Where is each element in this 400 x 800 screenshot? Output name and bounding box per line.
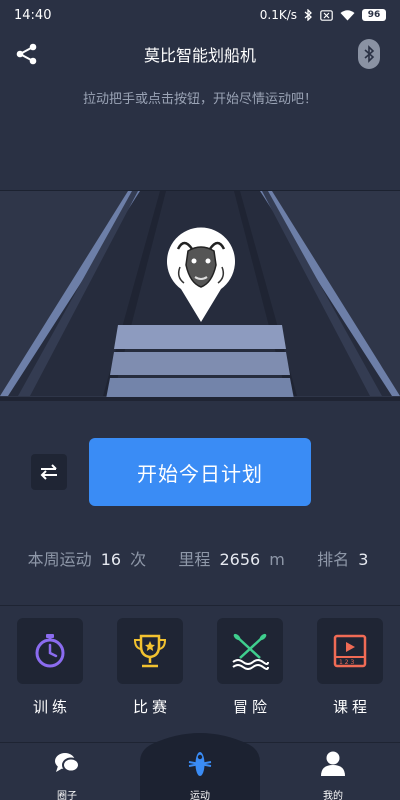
swap-arrows-icon: [40, 464, 57, 480]
share-button[interactable]: [14, 41, 40, 67]
tab-label: 圈子: [57, 791, 77, 800]
tab-sport[interactable]: 运动: [160, 742, 240, 800]
distance-label: 里程: [178, 550, 211, 569]
app-header: 莫比智能划船机: [0, 30, 400, 78]
no-sim-icon: [320, 9, 333, 21]
page-title: 莫比智能划船机: [143, 46, 256, 65]
feature-label: 训练: [32, 698, 71, 716]
network-speed: 0.1K/s: [259, 8, 297, 22]
svg-text:1 2 3: 1 2 3: [339, 659, 354, 666]
feature-grid: 训练 比赛 冒险 1 2 3 课程: [0, 618, 400, 718]
feature-tile[interactable]: [17, 618, 83, 684]
week-count: 16: [100, 550, 122, 569]
tab-circle[interactable]: 圈子: [27, 742, 107, 800]
feature-tile[interactable]: 1 2 3: [317, 618, 383, 684]
distance-value: 2656: [219, 550, 261, 569]
battery-icon: 96: [362, 9, 386, 21]
wifi-icon: [340, 9, 355, 20]
status-time: 14:40: [14, 7, 52, 23]
start-row: 开始今日计划: [0, 438, 400, 506]
crossed-oars-icon: [232, 633, 269, 670]
video-course-icon: 1 2 3: [333, 634, 367, 668]
feature-course[interactable]: 1 2 3 课程: [315, 618, 385, 718]
distance-unit: m: [269, 550, 285, 569]
bull-logo-marker: [166, 227, 236, 323]
rank-label: 排名: [317, 550, 350, 569]
feature-tile[interactable]: [217, 618, 283, 684]
tab-label: 我的: [323, 791, 343, 800]
trophy-icon: [133, 634, 167, 668]
weekly-stats: 本周运动 16 次 里程 2656 m 排名 3: [0, 546, 400, 570]
feature-label: 冒险: [232, 698, 271, 716]
feature-label: 课程: [332, 698, 371, 716]
rank-value: 3: [358, 550, 369, 569]
status-bar: 14:40 0.1K/s 96: [0, 0, 400, 30]
stopwatch-icon: [35, 634, 65, 668]
week-unit: 次: [130, 550, 147, 569]
feature-training[interactable]: 训练: [15, 618, 85, 718]
feature-competition[interactable]: 比赛: [115, 618, 185, 718]
user-icon: [321, 751, 345, 776]
week-label: 本周运动: [27, 550, 92, 569]
rowing-track: [0, 190, 400, 401]
divider: [0, 605, 400, 606]
share-icon: [16, 43, 37, 65]
tab-mine[interactable]: 我的: [293, 742, 373, 800]
chat-bubbles-icon: [55, 753, 80, 773]
bluetooth-button[interactable]: [358, 39, 380, 69]
hint-text: 拉动把手或点击按钮，开始尽情运动吧！: [82, 92, 317, 107]
feature-tile[interactable]: [117, 618, 183, 684]
swap-plan-button[interactable]: [31, 454, 67, 490]
feature-label: 比赛: [132, 698, 171, 716]
feature-adventure[interactable]: 冒险: [215, 618, 285, 718]
start-plan-button[interactable]: 开始今日计划: [89, 438, 311, 506]
rowing-boat-icon: [188, 752, 212, 776]
tab-label: 运动: [190, 791, 210, 800]
bluetooth-icon: [304, 9, 312, 21]
status-icons: 0.1K/s 96: [260, 8, 386, 22]
bluetooth-icon: [364, 45, 375, 63]
